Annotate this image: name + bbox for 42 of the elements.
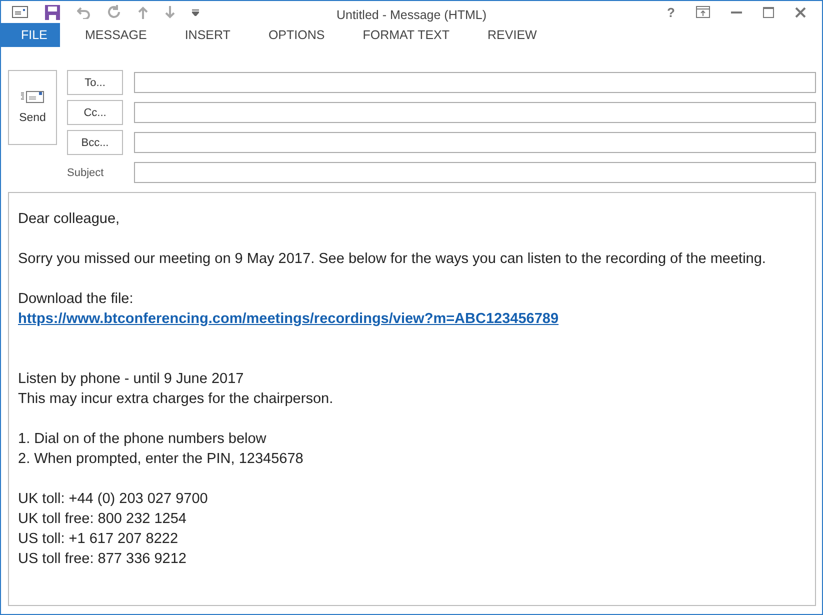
message-body-field[interactable]: [8, 192, 816, 606]
undo-icon[interactable]: [77, 6, 91, 18]
maximize-icon[interactable]: [763, 6, 774, 18]
address-button[interactable]: To...: [67, 70, 123, 95]
link[interactable]: https://www.btconferencing.com/meetings/recordings/view?m=ABC123456789: [18, 309, 559, 329]
recipient-field[interactable]: [134, 72, 816, 93]
ribbon-tab[interactable]: OPTIONS: [251, 23, 342, 47]
body-text: UK toll: +44 (0) 203 027 9700: [18, 490, 209, 509]
body-text: 2. When prompted, enter the PIN, 12345678: [18, 450, 304, 469]
ribbon-tab[interactable]: INSERT: [168, 23, 248, 47]
ribbon-tab[interactable]: FILE: [1, 23, 60, 47]
window-title: Untitled - Message (HTML): [335, 8, 488, 22]
down-arrow-icon[interactable]: [165, 6, 175, 18]
ribbon-display-icon[interactable]: [696, 6, 710, 18]
up-arrow-icon[interactable]: [138, 6, 148, 18]
body-text: 1. Dial on of the phone numbers below: [18, 430, 268, 449]
body-text: This may incur extra charges for the chairperson.: [18, 390, 334, 409]
body-text: US toll free: 877 336 9212: [18, 550, 188, 569]
envelope-icon: [21, 91, 44, 103]
ribbon-tab[interactable]: MESSAGE: [68, 23, 164, 47]
body-text: UK toll free: 800 232 1254: [18, 510, 188, 529]
address-button[interactable]: Cc...: [67, 100, 123, 125]
close-icon[interactable]: [795, 6, 806, 18]
minimize-icon[interactable]: [731, 10, 742, 14]
recipient-field[interactable]: [134, 132, 816, 153]
redo-icon[interactable]: [108, 5, 121, 19]
subject-field[interactable]: [134, 162, 816, 183]
ribbon-tab[interactable]: FORMAT TEXT: [346, 23, 467, 47]
body-text: US toll: +1 617 207 8222: [18, 530, 180, 549]
help-button[interactable]: ?: [667, 4, 675, 20]
body-text: Listen by phone - until 9 June 2017: [18, 370, 245, 389]
body-text: Download the file:: [18, 290, 134, 309]
save-icon[interactable]: [45, 4, 60, 20]
send-button[interactable]: Send: [8, 70, 57, 145]
recipient-field[interactable]: [134, 102, 816, 123]
address-button[interactable]: Bcc...: [67, 130, 123, 155]
body-text: Sorry you missed our meeting on 9 May 2017. See below for the ways you can listen to the recording of the meeting.: [18, 250, 767, 269]
mail-icon[interactable]: [12, 6, 28, 18]
customize-caret-icon[interactable]: [192, 8, 199, 16]
ribbon-tab[interactable]: REVIEW: [470, 23, 554, 47]
body-text: Dear colleague,: [18, 210, 121, 229]
subject-label: Subject: [67, 166, 105, 178]
